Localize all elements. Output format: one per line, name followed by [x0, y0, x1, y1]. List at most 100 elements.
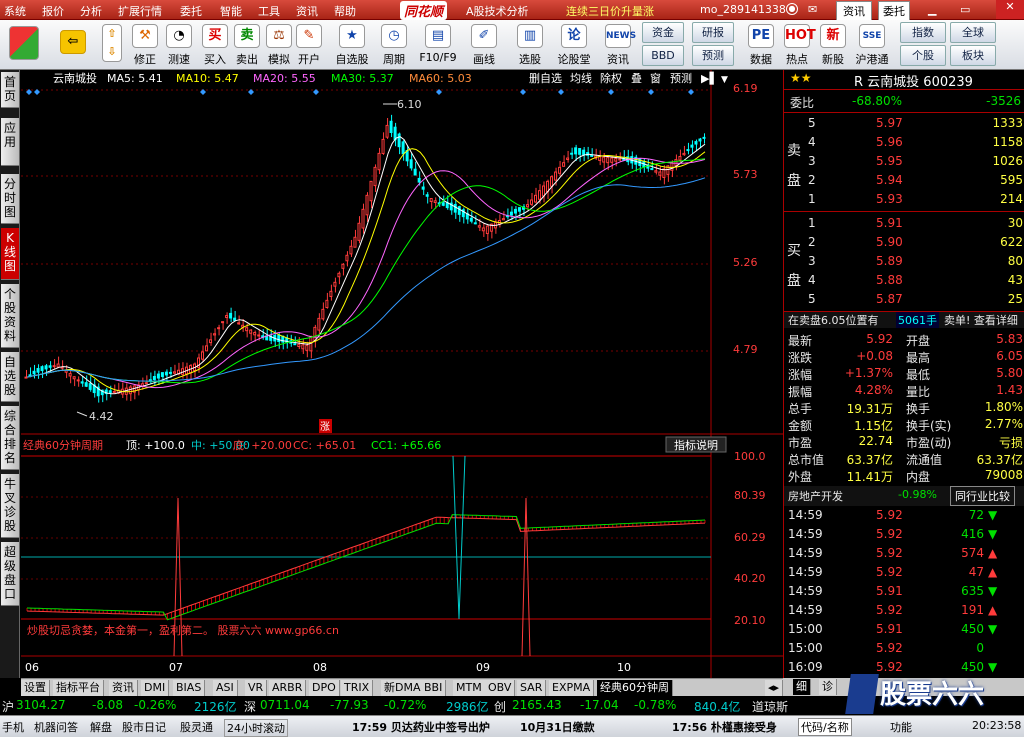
- chart-area[interactable]: 云南城投 MA5: 5.41 MA10: 5.47 MA20: 5.55 MA3…: [21, 70, 783, 678]
- forecast-button[interactable]: 预测: [692, 45, 734, 66]
- indicator-tab[interactable]: ASI: [213, 680, 238, 696]
- status-rolling[interactable]: 24小时滚动: [224, 719, 288, 737]
- user-icon[interactable]: ●: [786, 3, 798, 15]
- tab-kline[interactable]: K线图: [1, 228, 19, 280]
- layout-icon[interactable]: [6, 22, 42, 68]
- menu-smart[interactable]: 智能: [220, 3, 242, 19]
- back-icon[interactable]: ⇦: [56, 22, 90, 68]
- sz-label[interactable]: 深: [244, 698, 256, 715]
- hk-connect-button[interactable]: SSE 沪港通: [852, 22, 892, 68]
- minimize-icon[interactable]: ▁: [928, 3, 936, 16]
- sector-button[interactable]: 板块: [950, 45, 996, 66]
- kline-chart[interactable]: 云南城投 MA5: 5.41 MA10: 5.47 MA20: 5.55 MA3…: [21, 70, 783, 678]
- indicator-tab[interactable]: 指标平台: [53, 680, 104, 696]
- bbd-button[interactable]: BBD: [642, 45, 684, 66]
- tab-super-quote[interactable]: 超级盘口: [1, 542, 19, 606]
- menu-news[interactable]: 资讯: [296, 3, 318, 19]
- fund-button[interactable]: 资金: [642, 22, 684, 43]
- indicator-tab[interactable]: DMI: [141, 680, 170, 696]
- data-button[interactable]: PE 数据: [744, 22, 778, 68]
- forum-button[interactable]: 论论股堂: [554, 22, 594, 68]
- indicator-tab[interactable]: 新DMA: [381, 680, 425, 696]
- period-button[interactable]: ◷ 周期: [376, 22, 412, 68]
- fix-button[interactable]: ⚒ 修正: [128, 22, 162, 68]
- menu-help[interactable]: 帮助: [334, 3, 356, 19]
- dji-label[interactable]: 道琼斯: [752, 698, 788, 715]
- ex-right-button[interactable]: 除权: [600, 71, 622, 85]
- indicator-tab[interactable]: SAR: [517, 680, 547, 696]
- status-mobile[interactable]: 手机: [2, 719, 24, 735]
- play-icon[interactable]: ▶▌: [701, 71, 718, 85]
- open-account-button[interactable]: ✎ 开户: [294, 22, 324, 68]
- hotspot-button[interactable]: HOT 热点: [780, 22, 816, 68]
- menu-quote[interactable]: 报价: [42, 3, 64, 19]
- envelope-icon[interactable]: ✉: [808, 3, 817, 16]
- indicator-tab[interactable]: EXPMA: [549, 680, 595, 696]
- tick-list[interactable]: 14:59 5.92 72 ▼ 14:59 5.92 416 ▼ 14:59 5.92 574 ▲ 14…: [784, 506, 1024, 678]
- indicator-tab[interactable]: DPO: [309, 680, 340, 696]
- overlay-button[interactable]: 叠: [631, 72, 642, 85]
- trade-button[interactable]: 委托: [878, 1, 910, 21]
- indicator-tab[interactable]: BIAS: [173, 680, 206, 696]
- menu-ext[interactable]: 扩展行情: [118, 3, 162, 19]
- maximize-icon[interactable]: ▭: [960, 3, 970, 16]
- code-search-input[interactable]: 代码/名称: [798, 718, 852, 736]
- news-tool-button[interactable]: NEWS 资讯: [600, 22, 636, 68]
- stock-picker-button[interactable]: ▥ 选股: [512, 22, 548, 68]
- indicator-tab[interactable]: TRIX: [341, 680, 374, 696]
- tab-scroll-icon[interactable]: ◂▸: [765, 680, 783, 696]
- tab-home[interactable]: 首页: [1, 72, 19, 108]
- remove-watch-button[interactable]: 删自选: [529, 72, 562, 85]
- forecast-chart-button[interactable]: 预测: [670, 72, 692, 85]
- func-menu[interactable]: 功能: [890, 719, 912, 735]
- tab-profile[interactable]: 个股资料: [1, 284, 19, 348]
- industry-name[interactable]: 房地产开发: [788, 488, 843, 504]
- research-button[interactable]: 研报: [692, 22, 734, 43]
- window-button[interactable]: 窗: [650, 71, 661, 85]
- updown-arrow-icon[interactable]: ⇧ ⇩: [100, 22, 124, 68]
- menu-tools[interactable]: 工具: [258, 3, 280, 19]
- menu-system[interactable]: 系统: [4, 3, 26, 19]
- buy-button[interactable]: 买买入: [200, 22, 230, 68]
- index-button[interactable]: 指数: [900, 22, 946, 43]
- speedtest-button[interactable]: ◔ 测速: [162, 22, 196, 68]
- indicator-tab[interactable]: BBI: [421, 680, 447, 696]
- sh-label[interactable]: 沪: [2, 698, 14, 715]
- indicator-tab[interactable]: ARBR: [269, 680, 307, 696]
- news-ticker-1[interactable]: 17:59 贝达药业中签号出炉: [352, 719, 490, 735]
- tab-diag[interactable]: 诊: [819, 679, 837, 695]
- tab-apps[interactable]: 应用: [1, 118, 19, 166]
- indicator-tab[interactable]: MTM: [453, 680, 486, 696]
- draw-line-button[interactable]: ✐ 画线: [466, 22, 502, 68]
- tab-watchlist[interactable]: 自选股: [1, 352, 19, 402]
- status-diary[interactable]: 股市日记: [122, 719, 166, 735]
- menu-trade[interactable]: 委托: [180, 3, 202, 19]
- ma-button[interactable]: 均线: [570, 71, 592, 85]
- indicator-help-button[interactable]: 指标说明: [674, 438, 718, 452]
- single-stock-button[interactable]: 个股: [900, 45, 946, 66]
- news-ticker-3[interactable]: 17:56 朴槿惠接受身: [672, 719, 777, 735]
- news-button[interactable]: 资讯: [836, 1, 872, 21]
- promo-text[interactable]: 连续三日价升量涨: [566, 3, 654, 19]
- f10-button[interactable]: ▤ F10/F9: [418, 22, 458, 68]
- chevron-down-icon[interactable]: ▼: [721, 75, 728, 85]
- indicator-tab[interactable]: 资讯: [109, 680, 138, 696]
- menu-analysis[interactable]: 分析: [80, 3, 102, 19]
- indicator-tab[interactable]: OBV: [485, 680, 516, 696]
- global-button[interactable]: 全球: [950, 22, 996, 43]
- simulate-button[interactable]: ⚖ 模拟: [264, 22, 294, 68]
- indicator-tab[interactable]: 设置: [21, 680, 50, 696]
- indicator-tab[interactable]: 经典60分钟周: [597, 680, 673, 696]
- news-ticker-2[interactable]: 10月31日缴款: [520, 719, 595, 735]
- indicator-name[interactable]: 经典60分钟周期: [23, 438, 103, 452]
- bigorder-detail-link[interactable]: 卖单! 查看详细: [944, 312, 1018, 328]
- cy-label[interactable]: 创: [494, 698, 506, 715]
- indicator-tab[interactable]: VR: [245, 680, 268, 696]
- tab-intraday[interactable]: 分时图: [1, 174, 19, 224]
- status-gulingtong[interactable]: 股灵通: [180, 719, 213, 735]
- peer-compare-button[interactable]: 同行业比较: [950, 486, 1015, 506]
- tab-ranking[interactable]: 综合排名: [1, 406, 19, 470]
- close-icon[interactable]: ✕: [996, 0, 1024, 19]
- status-analysis[interactable]: 解盘: [90, 719, 112, 735]
- ipo-button[interactable]: 新新股: [816, 22, 850, 68]
